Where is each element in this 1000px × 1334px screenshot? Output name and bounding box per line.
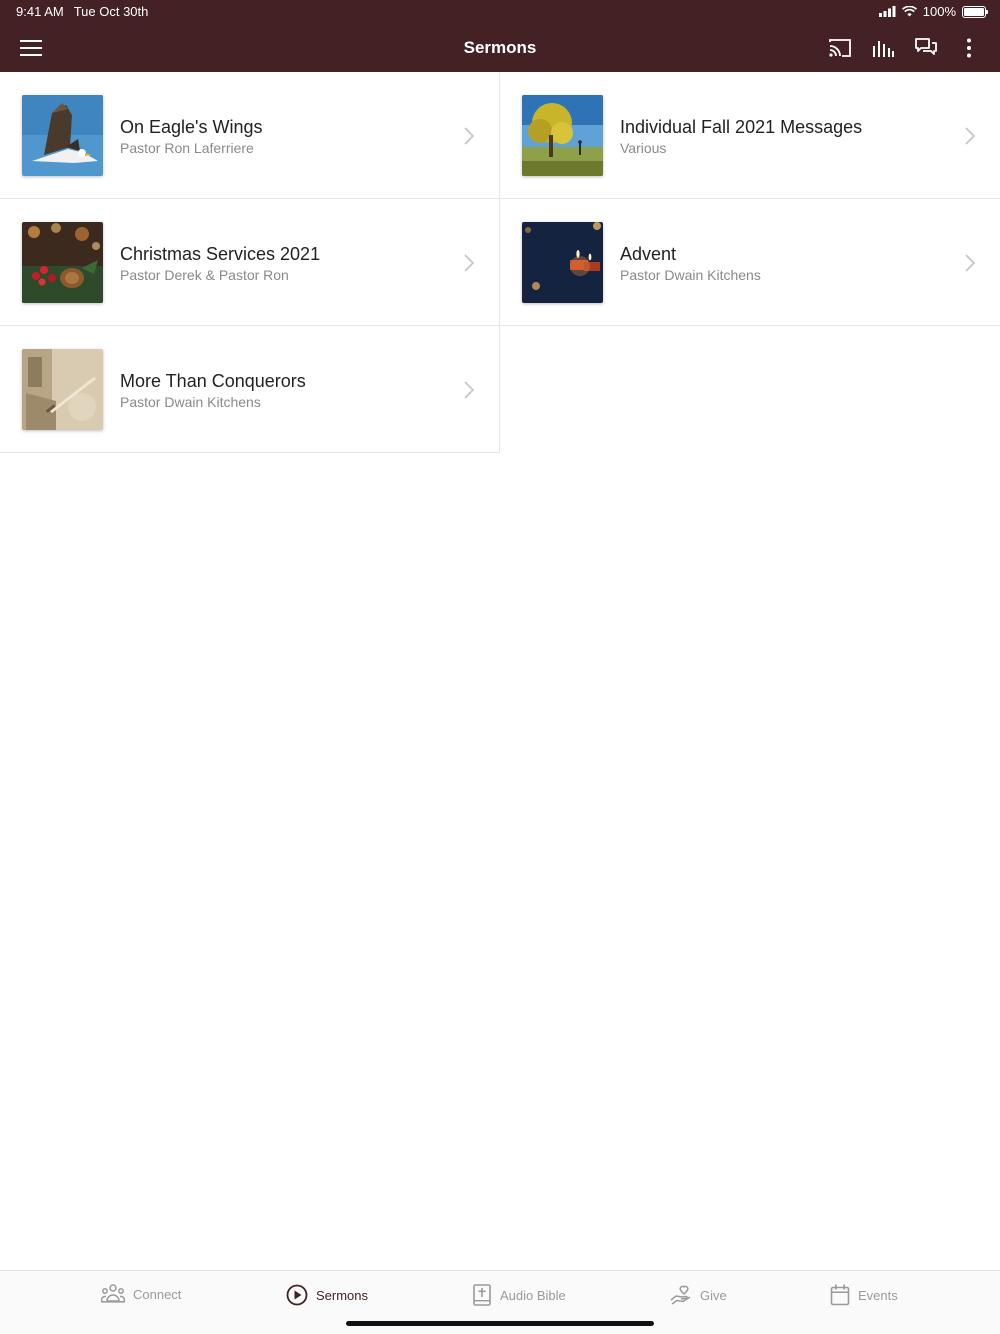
chevron-right-icon	[965, 254, 976, 272]
sermon-card[interactable]: More Than Conquerors Pastor Dwain Kitche…	[0, 326, 500, 453]
bible-icon	[473, 1284, 491, 1306]
sermon-card[interactable]: Advent Pastor Dwain Kitchens	[500, 199, 1000, 326]
sermon-speaker: Pastor Ron Laferriere	[120, 140, 254, 156]
tab-label: Audio Bible	[500, 1287, 566, 1303]
tab-label: Give	[700, 1287, 727, 1303]
chevron-right-icon	[464, 127, 475, 145]
sermon-title: Christmas Services 2021	[120, 244, 321, 264]
sermon-title: Advent	[620, 244, 677, 264]
tab-label: Connect	[133, 1286, 182, 1302]
fall-tree-thumbnail	[522, 95, 603, 176]
more-vertical-icon[interactable]	[957, 36, 981, 60]
tab-audio-bible[interactable]: Audio Bible	[472, 1284, 566, 1306]
give-hand-icon	[670, 1285, 691, 1305]
eagle-thumbnail	[22, 95, 103, 176]
battery-icon	[962, 5, 988, 18]
chevron-right-icon	[464, 381, 475, 399]
signal-icon	[878, 6, 896, 17]
sermon-title: On Eagle's Wings	[120, 117, 263, 137]
tab-sermons[interactable]: Sermons	[286, 1284, 368, 1306]
top-bar: 9:41 AM Tue Oct 30th 100% Sermons	[0, 0, 1000, 72]
tab-label: Sermons	[316, 1287, 369, 1303]
status-bar: 9:41 AM Tue Oct 30th 100%	[0, 0, 1000, 24]
sermon-title: Individual Fall 2021 Messages	[620, 117, 863, 137]
nav-bar: Sermons	[0, 24, 1000, 72]
christmas-thumbnail	[22, 222, 103, 303]
sermon-speaker: Pastor Dwain Kitchens	[620, 267, 761, 283]
chevron-right-icon	[464, 254, 475, 272]
cast-icon[interactable]	[828, 36, 852, 60]
battery-fill	[964, 7, 984, 16]
people-icon	[101, 1284, 125, 1303]
sermon-card[interactable]: Christmas Services 2021 Pastor Derek & P…	[0, 199, 500, 326]
wifi-icon	[901, 6, 917, 17]
chevron-right-icon	[965, 127, 976, 145]
sword-thumbnail	[22, 349, 103, 430]
status-date: Tue Oct 30th	[73, 4, 149, 19]
sermon-speaker: Pastor Derek & Pastor Ron	[120, 267, 289, 283]
tab-events[interactable]: Events	[830, 1284, 898, 1306]
battery-percent: 100%	[922, 4, 956, 19]
sermon-speaker: Various	[620, 140, 667, 156]
play-circle-icon	[286, 1284, 308, 1306]
sermon-title: More Than Conquerors	[120, 371, 306, 391]
chat-icon[interactable]	[914, 36, 938, 60]
tab-connect[interactable]: Connect	[101, 1284, 181, 1304]
sermon-card[interactable]: Individual Fall 2021 Messages Various	[500, 72, 1000, 199]
tab-label: Events	[858, 1287, 898, 1303]
sermon-card[interactable]: On Eagle's Wings Pastor Ron Laferriere	[0, 72, 500, 199]
status-time: 9:41 AM	[16, 4, 64, 19]
calendar-icon	[830, 1284, 850, 1306]
sermon-speaker: Pastor Dwain Kitchens	[120, 394, 261, 410]
tab-give[interactable]: Give	[670, 1284, 727, 1306]
candles-thumbnail	[522, 222, 603, 303]
home-indicator	[346, 1321, 654, 1326]
audio-bars-icon[interactable]	[871, 36, 895, 60]
